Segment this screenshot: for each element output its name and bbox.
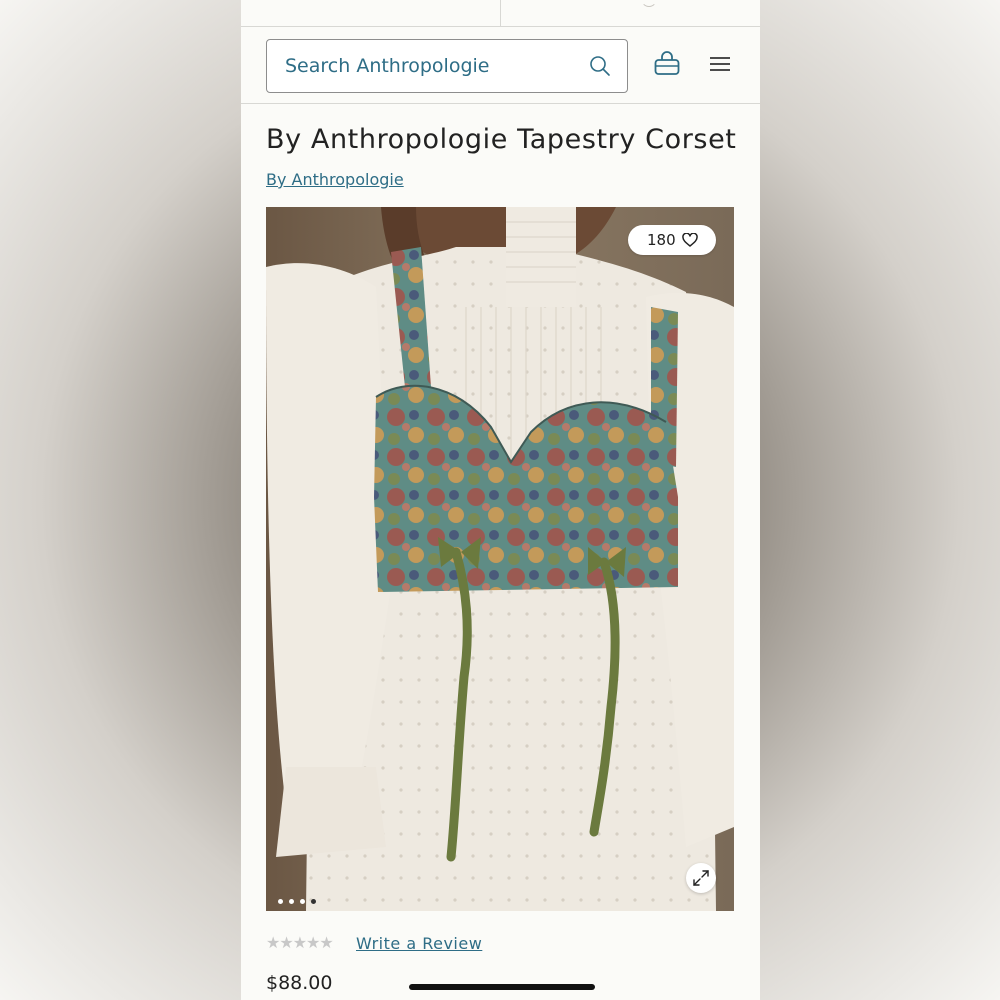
gallery-dot[interactable]	[289, 899, 294, 904]
home-indicator[interactable]	[409, 984, 595, 990]
header-divider	[241, 103, 760, 104]
gallery-dot-active[interactable]	[311, 899, 316, 904]
top-bar	[241, 0, 760, 27]
search-input[interactable]	[267, 40, 585, 92]
wishlist-button[interactable]: 180	[628, 225, 716, 255]
product-price: $88.00	[266, 972, 333, 994]
mobile-screen: By Anthropologie Tapestry Corset By Anth…	[241, 0, 760, 1000]
like-count: 180	[647, 231, 676, 249]
product-photo-illustration	[266, 207, 734, 911]
product-image[interactable]: 180	[266, 207, 734, 911]
brand-link[interactable]: By Anthropologie	[266, 170, 404, 189]
gallery-pagination	[278, 889, 322, 904]
gallery-dot[interactable]	[300, 899, 305, 904]
search-box[interactable]	[266, 39, 628, 93]
heart-icon	[682, 233, 698, 247]
logo-fragment	[641, 0, 657, 7]
hamburger-menu-icon[interactable]	[709, 54, 731, 74]
gallery-dot[interactable]	[278, 899, 283, 904]
expand-image-button[interactable]	[686, 863, 716, 893]
rating-stars: ★★★★★	[266, 933, 334, 952]
write-review-link[interactable]: Write a Review	[356, 934, 482, 953]
product-title: By Anthropologie Tapestry Corset	[266, 124, 737, 155]
expand-icon	[693, 870, 709, 886]
search-icon[interactable]	[589, 55, 611, 77]
top-bar-divider	[500, 0, 501, 26]
shopping-bag-icon[interactable]	[653, 50, 681, 78]
